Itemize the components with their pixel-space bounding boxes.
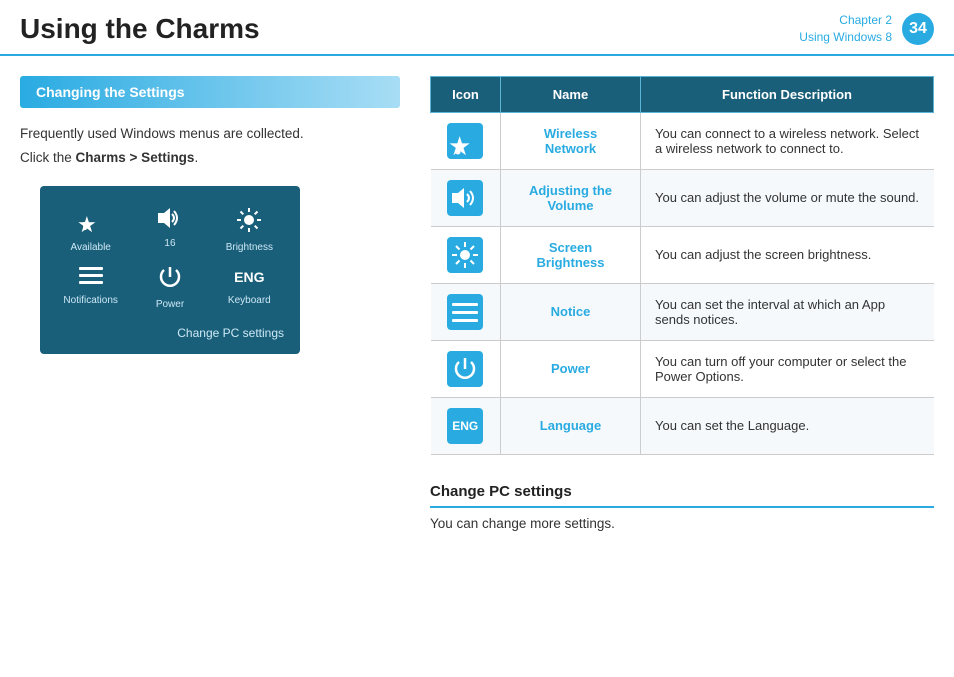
wireless-label: Available (70, 242, 110, 253)
chapter-text: Chapter 2 Using Windows 8 (799, 12, 892, 46)
section-heading: Changing the Settings (20, 76, 400, 108)
main-content: Changing the Settings Frequently used Wi… (0, 56, 954, 551)
intro-prefix: Click the (20, 150, 76, 165)
name-cell: Power (501, 340, 641, 397)
table-row: PowerYou can turn off your computer or s… (431, 340, 934, 397)
page-header: Using the Charms Chapter 2 Using Windows… (0, 0, 954, 56)
name-cell: WirelessNetwork (501, 112, 641, 169)
intro-bold: Charms > Settings (76, 150, 195, 165)
keyboard-icon: ENG (234, 263, 264, 291)
icon-cell (431, 226, 501, 283)
svg-text:★: ★ (77, 212, 97, 234)
change-pc-desc: You can change more settings. (430, 516, 934, 531)
intro-suffix: . (194, 150, 198, 165)
power-icon (156, 263, 184, 295)
desc-cell: You can connect to a wireless network. S… (641, 112, 934, 169)
brightness-icon (235, 206, 263, 238)
notice-table-icon (447, 294, 483, 330)
table-row: ScreenBrightnessYou can adjust the scree… (431, 226, 934, 283)
svg-text:★: ★ (449, 131, 471, 157)
desc-cell: You can adjust the screen brightness. (641, 226, 934, 283)
desc-cell: You can turn off your computer or select… (641, 340, 934, 397)
desc-cell: You can set the interval at which an App… (641, 283, 934, 340)
notifications-icon (77, 263, 105, 291)
setting-keyboard: ENG Keyboard (215, 263, 284, 310)
change-pc-title: Change PC settings (430, 483, 934, 508)
change-pc-settings-link[interactable]: Change PC settings (56, 326, 284, 340)
setting-brightness: Brightness (215, 206, 284, 253)
power-table-icon (447, 351, 483, 387)
icon-cell (431, 340, 501, 397)
setting-volume: 16 (135, 206, 204, 253)
table-row: ★ WirelessNetworkYou can connect to a wi… (431, 112, 934, 169)
icon-cell: ★ (431, 112, 501, 169)
wireless-icon: ★ (77, 206, 105, 238)
table-row: Adjusting theVolumeYou can adjust the vo… (431, 169, 934, 226)
settings-panel: ★ Available 16 (40, 186, 300, 354)
icon-cell (431, 169, 501, 226)
intro-text-1: Frequently used Windows menus are collec… (20, 124, 400, 144)
table-row: ENG LanguageYou can set the Language. (431, 397, 934, 454)
name-cell: Adjusting theVolume (501, 169, 641, 226)
left-column: Changing the Settings Frequently used Wi… (20, 76, 400, 531)
table-header-row: Icon Name Function Description (431, 76, 934, 112)
setting-notifications: Notifications (56, 263, 125, 310)
wireless-table-icon: ★ (447, 123, 483, 159)
col-header-desc: Function Description (641, 76, 934, 112)
col-header-name: Name (501, 76, 641, 112)
info-table: Icon Name Function Description ★ Wireles… (430, 76, 934, 455)
icon-cell: ENG (431, 397, 501, 454)
page-number: 34 (902, 13, 934, 45)
language-table-icon: ENG (447, 408, 483, 444)
volume-label: 16 (164, 238, 175, 249)
volume-icon (156, 206, 184, 234)
settings-grid: ★ Available 16 (56, 206, 284, 310)
icon-cell (431, 283, 501, 340)
change-pc-section: Change PC settings You can change more s… (430, 483, 934, 531)
chapter-line2: Using Windows 8 (799, 29, 892, 46)
brightness-table-icon (447, 237, 483, 273)
power-label: Power (156, 299, 184, 310)
desc-cell: You can set the Language. (641, 397, 934, 454)
name-cell: Language (501, 397, 641, 454)
keyboard-label: Keyboard (228, 295, 271, 306)
notifications-label: Notifications (63, 295, 117, 306)
desc-cell: You can adjust the volume or mute the so… (641, 169, 934, 226)
brightness-label: Brightness (226, 242, 273, 253)
table-row: NoticeYou can set the interval at which … (431, 283, 934, 340)
volume-table-icon (447, 180, 483, 216)
intro-text-2: Click the Charms > Settings. (20, 148, 400, 168)
name-cell: Notice (501, 283, 641, 340)
name-cell: ScreenBrightness (501, 226, 641, 283)
page-title: Using the Charms (20, 13, 260, 45)
chapter-line1: Chapter 2 (799, 12, 892, 29)
right-column: Icon Name Function Description ★ Wireles… (430, 76, 934, 531)
col-header-icon: Icon (431, 76, 501, 112)
chapter-info: Chapter 2 Using Windows 8 34 (799, 12, 934, 46)
setting-power: Power (135, 263, 204, 310)
setting-wireless: ★ Available (56, 206, 125, 253)
